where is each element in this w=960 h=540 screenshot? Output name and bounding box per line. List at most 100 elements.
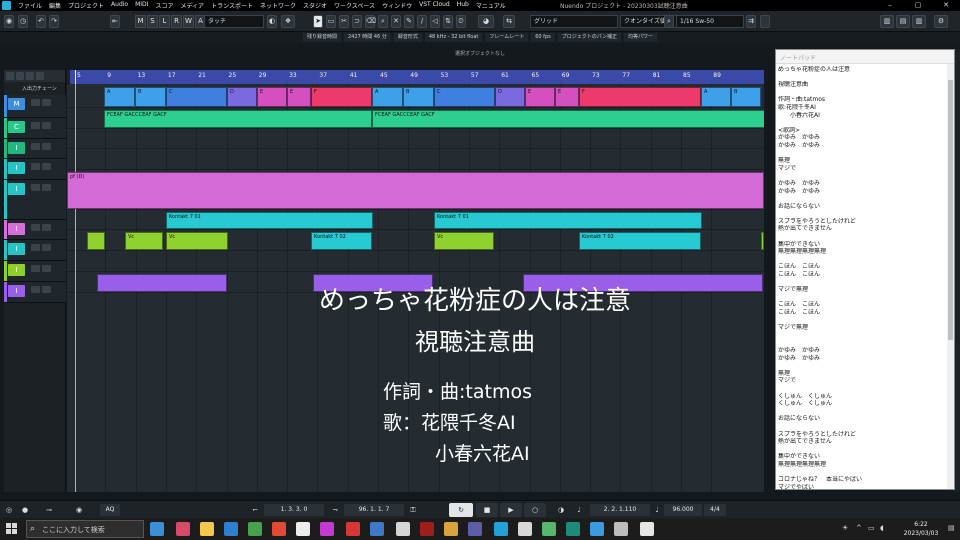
menu-item[interactable]: 編集 (49, 1, 61, 10)
file-explorer-icon[interactable] (200, 522, 214, 536)
event-clip[interactable]: Vc (434, 232, 494, 250)
track-header-instrument-2[interactable]: I (4, 159, 66, 180)
stop-button[interactable]: ■ (476, 503, 498, 517)
notification-icon[interactable]: ▤ (948, 524, 955, 532)
punch-icon[interactable]: ● (20, 505, 30, 515)
event-clip[interactable]: E (257, 87, 287, 107)
event-clip[interactable]: F (311, 87, 372, 107)
comp-tool-icon[interactable]: ⇅ (443, 15, 453, 28)
notepad-text[interactable]: めっちゃ花粉症の人は注意 視聴注意曲 作詞・曲:tatmos 歌:花隈千冬AI 小春六… (778, 66, 946, 489)
menu-item[interactable]: ネットワーク (260, 1, 296, 10)
line-tool-icon[interactable]: ∕ (417, 15, 427, 28)
write-global-button[interactable]: W (183, 15, 194, 28)
menu-item[interactable]: スタジオ (303, 1, 327, 10)
auto-scroll-icon[interactable]: ❖ (281, 15, 295, 28)
color-tool-icon[interactable]: ◕ (478, 15, 494, 28)
network-icon[interactable]: ▭ (868, 524, 875, 532)
event-clip[interactable] (87, 232, 105, 250)
position-display[interactable]: 2. 2. 1.110 (590, 504, 650, 516)
event-clip[interactable]: A (104, 87, 135, 107)
frame-rate-value[interactable]: 60 fps (531, 33, 555, 42)
add-track-icon[interactable] (6, 72, 14, 80)
mail-icon[interactable] (224, 522, 238, 536)
tempo-icon[interactable]: ♩ (652, 505, 662, 515)
event-clip[interactable] (761, 232, 764, 250)
track-solo-icon[interactable] (42, 143, 51, 150)
track-header-instrument-1[interactable]: I (4, 139, 66, 159)
iterative-quantize-icon[interactable]: ⇉ (746, 15, 756, 28)
lock-icon[interactable]: ⚿ (408, 505, 418, 515)
solo-global-button[interactable]: S (147, 15, 158, 28)
cycle-button[interactable]: ↻ (449, 503, 473, 517)
notepad-panel[interactable]: ノートパッド めっちゃ花粉症の人は注意 視聴注意曲 作詞・曲:tatmos 歌:花隈千… (775, 49, 955, 490)
track-solo-icon[interactable] (42, 184, 51, 191)
track-solo-icon[interactable] (42, 163, 51, 170)
menu-item[interactable]: ウィンドウ (382, 1, 412, 10)
folder-app-icon[interactable] (444, 522, 458, 536)
close-icon[interactable]: ✕ (932, 0, 960, 11)
mute-tool-icon[interactable]: ✕ (391, 15, 401, 28)
track-config-icon[interactable] (36, 72, 44, 80)
menu-item[interactable]: VST Cloud (419, 1, 450, 10)
daw-app-icon[interactable] (420, 522, 434, 536)
track-mute-icon[interactable] (31, 163, 40, 170)
track-header-instrument-3[interactable]: I (4, 180, 66, 220)
event-clip[interactable]: B (731, 87, 761, 107)
event-clip[interactable]: D (495, 87, 525, 107)
midi-activity-icon[interactable]: ⊸ (44, 505, 54, 515)
event-clip[interactable]: A (701, 87, 731, 107)
track-mute-icon[interactable] (31, 224, 40, 231)
event-clip[interactable]: pf (D) (67, 172, 764, 209)
event-clip[interactable]: C (434, 87, 495, 107)
left-locator-icon[interactable]: ⌐ (250, 505, 260, 515)
track-filter-icon[interactable] (16, 72, 24, 80)
redo-icon[interactable]: ↷ (49, 15, 59, 28)
track-solo-icon[interactable] (42, 99, 51, 106)
recorder-app-icon[interactable] (614, 522, 628, 536)
object-selection-tool-icon[interactable]: ➤ (313, 15, 323, 28)
time-warp-tool-icon[interactable]: ⏲ (456, 15, 466, 28)
event-clip[interactable]: Vc (166, 232, 228, 250)
record-mode-icon[interactable]: ◎ (4, 505, 14, 515)
menu-item[interactable]: プロジェクト (68, 1, 104, 10)
quantize-value-select[interactable]: 1/16 Sw-50 (676, 15, 744, 28)
notepad-app-icon[interactable] (396, 522, 410, 536)
cloud-app-icon[interactable] (494, 522, 508, 536)
browser-icon[interactable] (272, 522, 286, 536)
glue-tool-icon[interactable]: ⊃ (352, 15, 362, 28)
track-lane-instrument-1[interactable] (67, 129, 764, 149)
maximize-icon[interactable]: ▢ (904, 0, 932, 11)
erase-tool-icon[interactable]: ⌫ (365, 15, 376, 28)
menu-item[interactable]: ワークスペース (334, 1, 375, 10)
chrome-icon[interactable] (248, 522, 262, 536)
range-tool-icon[interactable]: ▭ (326, 15, 336, 28)
tray-expand-icon[interactable]: ^ (856, 524, 862, 532)
mute-global-button[interactable]: M (135, 15, 146, 28)
tempo-track-icon[interactable]: ♩ (574, 505, 584, 515)
track-solo-icon[interactable] (42, 244, 51, 251)
event-clip[interactable]: Kontakt 7 02 (311, 232, 372, 250)
track-lane-instrument-2[interactable] (67, 149, 764, 170)
project-ruler[interactable]: 5 9 13 17 21 25 29 33 37 41 45 49 53 57 61 65 69 73 77 81 85… (67, 70, 764, 84)
taskbar-clock[interactable]: 6:22 2023/03/03 (896, 520, 946, 538)
track-mute-icon[interactable] (31, 265, 40, 272)
metronome-click-icon[interactable]: ◑ (556, 505, 566, 515)
time-signature-field[interactable]: 4/4 (704, 504, 726, 516)
media-app-icon[interactable] (320, 522, 334, 536)
notepad-scrollbar[interactable] (947, 64, 954, 489)
track-mute-icon[interactable] (31, 286, 40, 293)
layout-left-icon[interactable]: ▥ (880, 15, 894, 28)
snap-icon[interactable]: ⇆ (503, 15, 515, 28)
menu-item[interactable]: MIDI (135, 1, 148, 10)
track-header-instrument-7[interactable]: I (4, 282, 66, 303)
taskbar-search-box[interactable]: ⌕ ここに入力して検索 (26, 520, 144, 538)
grid-type-select[interactable]: グリッド (530, 15, 618, 28)
studio-app-icon[interactable] (518, 522, 532, 536)
event-clip[interactable]: A (372, 87, 403, 107)
event-clip[interactable]: Kontakt 7 02 (579, 232, 701, 250)
menu-item[interactable]: スコア (155, 1, 173, 10)
layout-lower-icon[interactable]: ▤ (896, 15, 910, 28)
io-chain-folder[interactable]: 入出力チェーン (4, 82, 65, 94)
pan-law-value[interactable]: 均等パワー (624, 33, 658, 42)
track-lane-instrument-6[interactable] (67, 251, 764, 272)
